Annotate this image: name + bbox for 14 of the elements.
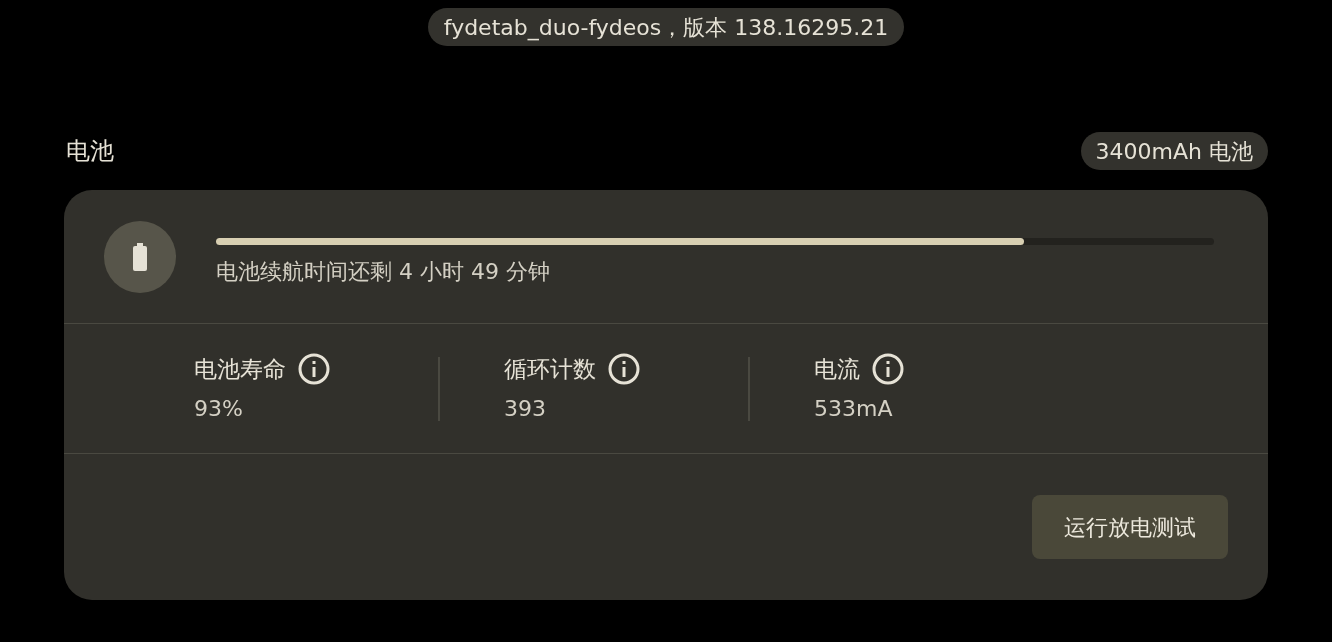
battery-status: 电池续航时间还剩 4 小时 49 分钟 <box>216 257 551 286</box>
stat-value: 533mA <box>814 395 894 424</box>
section-title: 电池 <box>65 136 114 167</box>
capacity-badge: 3400mAh 电池 <box>1080 132 1268 170</box>
stat-value: 393 <box>504 395 547 424</box>
version-label: fydetab_duo-fydeos，版本 138.16295.21 <box>427 8 905 46</box>
stat-label: 电流 <box>814 354 860 384</box>
info-icon[interactable] <box>872 353 904 385</box>
stat-label: 电池寿命 <box>194 354 286 384</box>
stat-label: 循环计数 <box>504 354 596 384</box>
info-icon[interactable] <box>608 353 640 385</box>
stat-value: 93% <box>194 395 244 424</box>
info-icon[interactable] <box>298 353 330 385</box>
discharge-test-button[interactable]: 运行放电测试 <box>1032 495 1228 559</box>
